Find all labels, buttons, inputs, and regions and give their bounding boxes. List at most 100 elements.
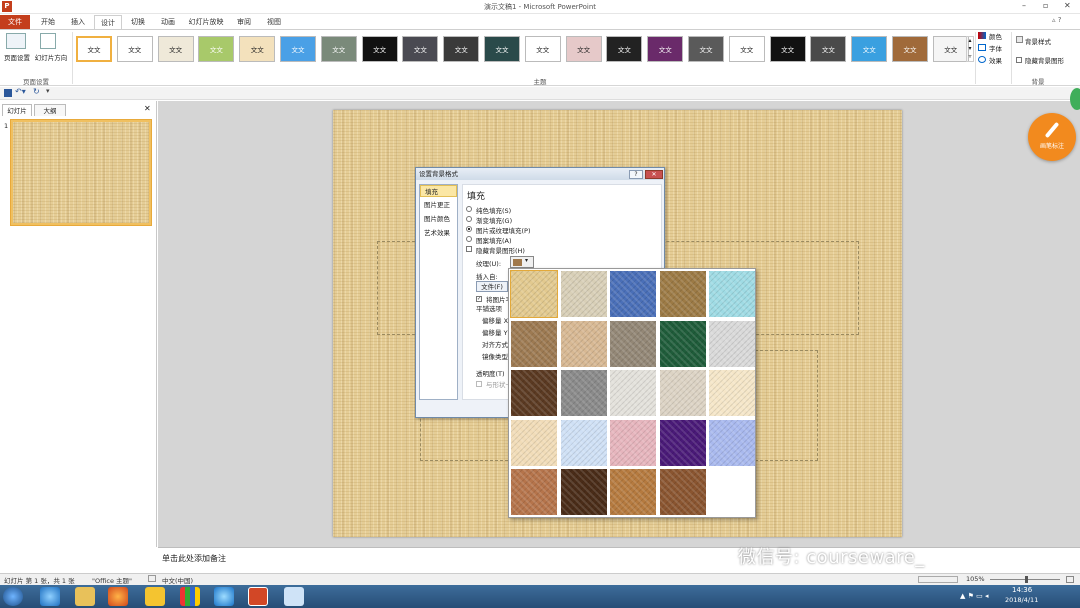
texture-swatch[interactable] (709, 271, 755, 317)
background-styles-button[interactable]: 背景样式 (1025, 36, 1051, 46)
undo-icon[interactable]: ↶▾ (15, 87, 26, 96)
paint-taskbar-icon[interactable] (284, 587, 304, 606)
theme-thumbnail[interactable]: 文文 (116, 36, 153, 62)
theme-thumbnail[interactable]: 文文 (932, 36, 969, 62)
texture-swatch[interactable] (560, 271, 607, 317)
tab-home[interactable]: 开始 (34, 15, 62, 29)
tab-animations[interactable]: 动画 (154, 15, 182, 29)
category-artistic-effects[interactable]: 艺术效果 (420, 227, 457, 239)
texture-swatch[interactable] (659, 419, 706, 466)
tab-transitions[interactable]: 切换 (124, 15, 152, 29)
texture-swatch[interactable] (659, 370, 706, 416)
ribbon-collapse-icon[interactable]: ▵ ? (1052, 16, 1061, 24)
solid-fill-radio[interactable] (466, 206, 472, 212)
theme-thumbnail[interactable]: 文文 (157, 36, 194, 62)
theme-thumbnail[interactable]: 文文 (728, 36, 765, 62)
theme-effects-button[interactable]: 效果 (989, 55, 1002, 65)
start-button-icon[interactable] (3, 587, 23, 606)
zoom-level[interactable]: 105% (966, 575, 985, 583)
theme-thumbnail[interactable]: 文文 (892, 36, 928, 62)
notes-pane[interactable]: 单击此处添加备注 (158, 547, 1080, 573)
slide-thumbnail[interactable] (10, 119, 152, 226)
tray-icons[interactable]: ▲ ⚑ ▭ ◂ (960, 592, 988, 600)
dialog-close-icon[interactable]: ✕ (645, 170, 663, 179)
category-picture-color[interactable]: 图片颜色 (420, 213, 457, 225)
hide-background-graphics-checkbox[interactable] (466, 246, 472, 252)
redo-icon[interactable]: ↻ (33, 87, 40, 96)
spellcheck-icon[interactable] (148, 575, 156, 582)
customize-qat-icon[interactable]: ▾ (46, 87, 50, 95)
texture-swatch[interactable] (610, 370, 656, 416)
ie-taskbar-icon[interactable] (40, 587, 60, 606)
slide-orientation-icon[interactable] (40, 33, 56, 49)
theme-thumbnail[interactable]: 文文 (76, 36, 112, 62)
powerpoint-taskbar-icon[interactable] (248, 587, 268, 606)
close-icon[interactable]: ✕ (1064, 1, 1071, 10)
close-pane-icon[interactable]: ✕ (144, 104, 151, 113)
tab-slideshow[interactable]: 幻灯片放映 (184, 15, 228, 29)
save-icon[interactable] (4, 89, 12, 97)
explorer-taskbar-icon[interactable] (75, 587, 95, 606)
theme-thumbnail[interactable]: 文文 (361, 36, 398, 62)
file-button[interactable]: 文件(F) (476, 281, 508, 292)
gradient-fill-radio[interactable] (466, 216, 472, 222)
texture-swatch[interactable] (709, 320, 755, 367)
minimize-icon[interactable]: – (1022, 1, 1026, 10)
calculator-taskbar-icon[interactable] (180, 587, 200, 606)
zoom-slider-thumb[interactable] (1025, 576, 1028, 583)
theme-thumbnail[interactable]: 文文 (239, 36, 276, 62)
texture-swatch[interactable] (659, 271, 706, 317)
language-status[interactable]: 中文(中国) (162, 575, 193, 585)
tab-slides[interactable]: 幻灯片 (2, 104, 32, 116)
theme-thumbnail[interactable]: 文文 (524, 36, 561, 62)
texture-swatch[interactable] (659, 469, 706, 515)
theme-thumbnail[interactable]: 文文 (443, 36, 480, 62)
firefox-taskbar-icon[interactable] (108, 587, 128, 606)
tab-file[interactable]: 文件 (0, 15, 30, 29)
texture-dropdown[interactable]: ▾ (510, 256, 534, 268)
tab-design[interactable]: 设计 (94, 15, 122, 29)
theme-thumbnail[interactable]: 文文 (280, 36, 316, 62)
rotate-with-shape-checkbox[interactable] (476, 381, 482, 387)
help-icon[interactable]: ? (629, 170, 643, 179)
tab-insert[interactable]: 插入 (64, 15, 92, 29)
page-setup-button[interactable]: 页面设置 (2, 52, 32, 62)
fit-slide-icon[interactable] (1066, 576, 1074, 583)
tile-picture-checkbox[interactable]: ✓ (476, 296, 482, 302)
pattern-fill-radio[interactable] (466, 236, 472, 242)
pen-annotation-button[interactable]: 画笔标注 (1028, 113, 1076, 161)
theme-thumbnail[interactable]: 文文 (198, 36, 235, 62)
theme-thumbnail[interactable]: 文文 (688, 36, 724, 62)
texture-swatch[interactable] (510, 270, 558, 318)
theme-thumbnail[interactable]: 文文 (769, 36, 806, 62)
texture-swatch[interactable] (610, 469, 656, 515)
theme-thumbnail[interactable]: 文文 (606, 36, 643, 62)
tab-review[interactable]: 审阅 (230, 15, 258, 29)
theme-thumbnail[interactable]: 文文 (484, 36, 520, 62)
theme-thumbnail[interactable]: 文文 (320, 36, 357, 62)
theme-thumbnail[interactable]: 文文 (810, 36, 847, 62)
theme-gallery-scroll[interactable]: ▴ ▾ ▿ (966, 36, 974, 62)
tab-view[interactable]: 视图 (260, 15, 288, 29)
texture-swatch[interactable] (560, 469, 607, 515)
texture-swatch[interactable] (560, 370, 607, 416)
theme-thumbnail[interactable]: 文文 (647, 36, 684, 62)
texture-swatch[interactable] (511, 370, 557, 416)
texture-swatch[interactable] (610, 419, 656, 466)
app-taskbar-icon[interactable] (145, 587, 165, 606)
tab-outline[interactable]: 大纲 (34, 104, 66, 116)
texture-swatch[interactable] (659, 320, 706, 367)
theme-fonts-button[interactable]: 字体 (989, 43, 1002, 53)
texture-swatch[interactable] (511, 419, 557, 466)
slide-orientation-button[interactable]: 幻灯片方向 (33, 52, 69, 62)
category-fill[interactable]: 填充 (420, 185, 457, 197)
texture-swatch[interactable] (610, 271, 656, 317)
texture-swatch[interactable] (560, 320, 607, 367)
texture-swatch[interactable] (511, 469, 557, 515)
texture-swatch[interactable] (610, 320, 656, 367)
texture-swatch[interactable] (511, 320, 557, 367)
page-setup-icon[interactable] (6, 33, 26, 49)
picture-texture-fill-radio[interactable] (466, 226, 472, 232)
texture-swatch[interactable] (709, 370, 755, 416)
browser-taskbar-icon[interactable] (214, 587, 234, 606)
